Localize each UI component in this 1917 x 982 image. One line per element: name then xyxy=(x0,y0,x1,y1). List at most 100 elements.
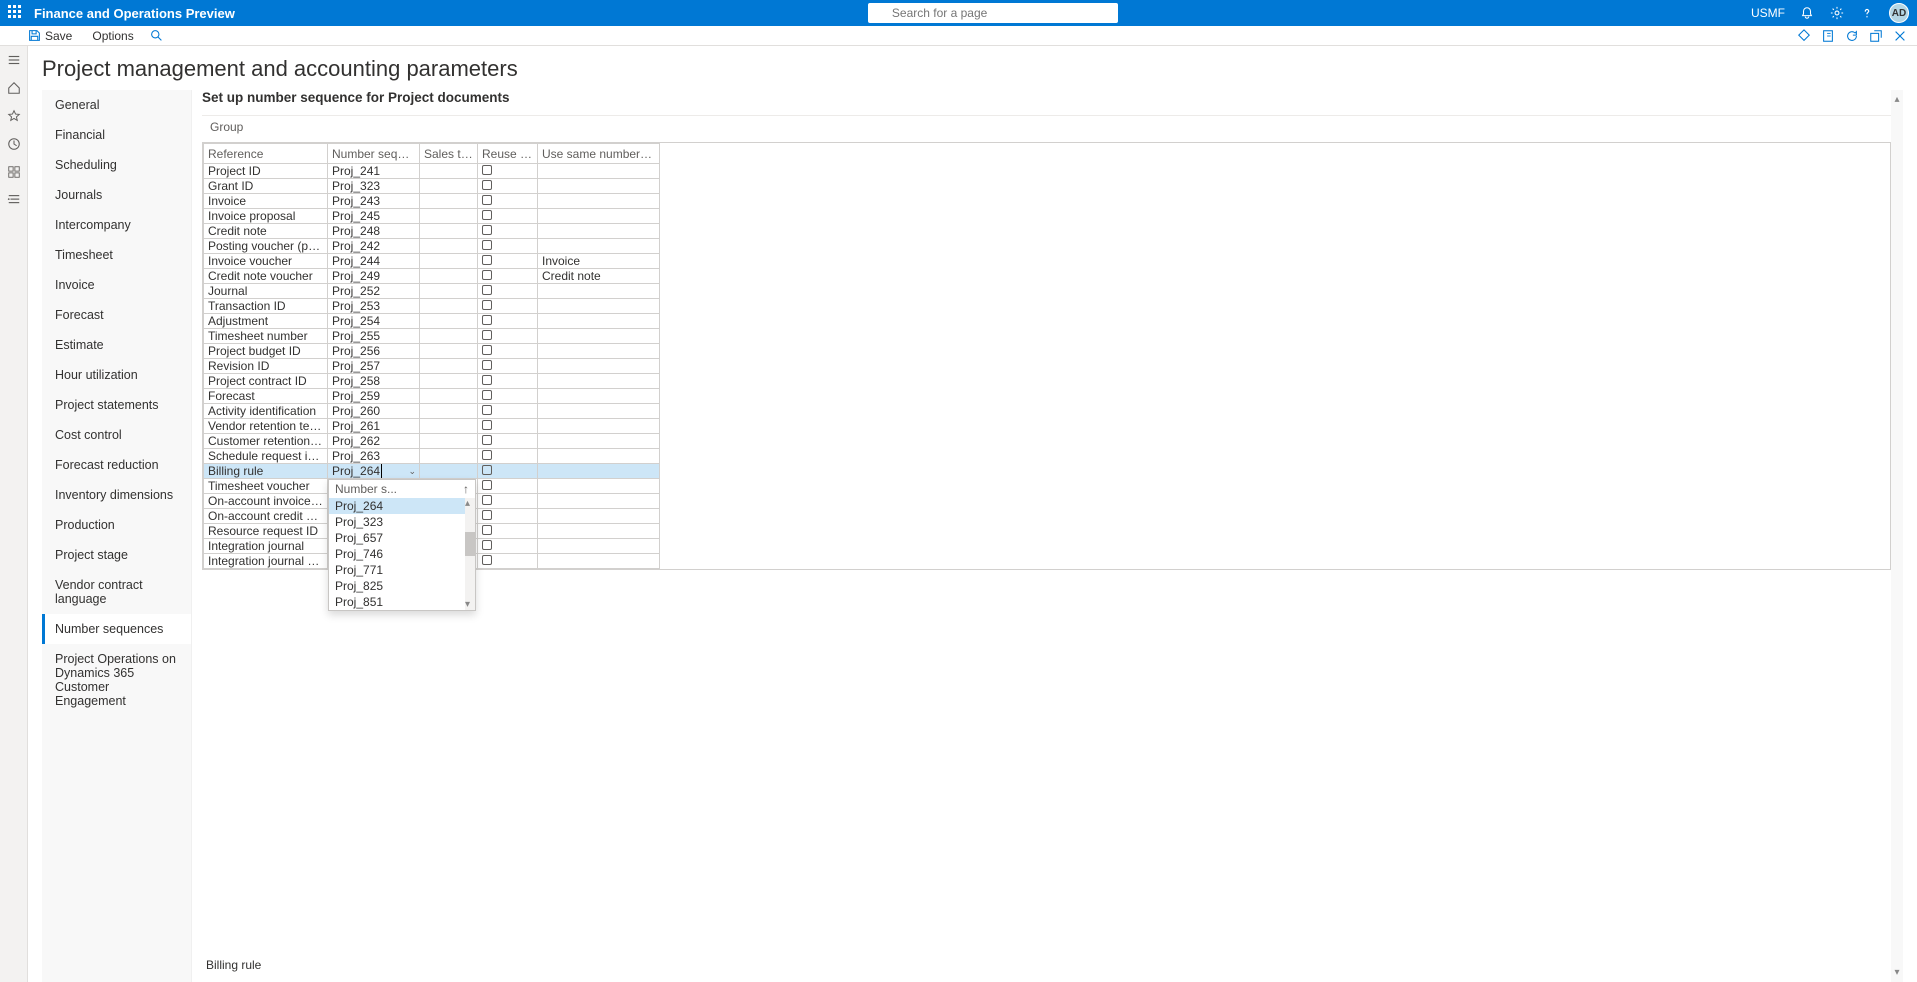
checkbox[interactable] xyxy=(482,495,492,505)
cell-reuse[interactable] xyxy=(478,434,538,449)
options-button[interactable]: Options xyxy=(82,29,143,43)
cell-same-as[interactable] xyxy=(538,509,660,524)
grid-row[interactable]: Customer retention termsProj_262 xyxy=(204,434,660,449)
checkbox[interactable] xyxy=(482,195,492,205)
grid-row[interactable]: Invoice proposalProj_245 xyxy=(204,209,660,224)
cell-reference[interactable]: On-account credit note vouc... xyxy=(204,509,328,524)
cell-reference[interactable]: Invoice proposal xyxy=(204,209,328,224)
cell-reference[interactable]: Posting voucher (periodic) xyxy=(204,239,328,254)
dropdown-scroll-thumb[interactable] xyxy=(465,532,475,556)
sidebar-item[interactable]: Forecast xyxy=(42,300,191,330)
modules-icon[interactable] xyxy=(6,192,22,208)
cell-reference[interactable]: Activity identification xyxy=(204,404,328,419)
sidebar-item[interactable]: Estimate xyxy=(42,330,191,360)
scroll-down-icon[interactable]: ▾ xyxy=(1894,967,1899,978)
close-icon[interactable] xyxy=(1893,29,1907,43)
cell-sales-tax[interactable] xyxy=(420,164,478,179)
checkbox[interactable] xyxy=(482,510,492,520)
cell-sales-tax[interactable] xyxy=(420,464,478,479)
detail-scrollbar[interactable]: ▴ ▾ xyxy=(1891,90,1903,982)
cell-sales-tax[interactable] xyxy=(420,359,478,374)
cell-reference[interactable]: Credit note xyxy=(204,224,328,239)
sidebar-item[interactable]: Cost control xyxy=(42,420,191,450)
checkbox[interactable] xyxy=(482,525,492,535)
cell-reuse[interactable] xyxy=(478,389,538,404)
grid-row[interactable]: Activity identificationProj_260 xyxy=(204,404,660,419)
sidebar-item[interactable]: Intercompany xyxy=(42,210,191,240)
cell-sales-tax[interactable] xyxy=(420,419,478,434)
cell-sales-tax[interactable] xyxy=(420,389,478,404)
cell-reuse[interactable] xyxy=(478,209,538,224)
cell-code[interactable]: Proj_252 xyxy=(328,284,420,299)
cell-same-as[interactable] xyxy=(538,389,660,404)
cell-code[interactable]: Proj_264⌄ xyxy=(328,464,420,479)
cell-reference[interactable]: Grant ID xyxy=(204,179,328,194)
cell-code[interactable]: Proj_260 xyxy=(328,404,420,419)
cell-code[interactable]: Proj_244 xyxy=(328,254,420,269)
cell-code[interactable]: Proj_258 xyxy=(328,374,420,389)
cell-reuse[interactable] xyxy=(478,359,538,374)
grid-row[interactable]: Project IDProj_241 xyxy=(204,164,660,179)
cell-same-as[interactable] xyxy=(538,374,660,389)
cell-sales-tax[interactable] xyxy=(420,269,478,284)
cell-code[interactable]: Proj_257 xyxy=(328,359,420,374)
cell-reuse[interactable] xyxy=(478,554,538,569)
grid-row[interactable]: Schedule request identificationProj_263 xyxy=(204,449,660,464)
dropdown-item[interactable]: Proj_771 xyxy=(329,562,475,578)
cell-reference[interactable]: Resource request ID xyxy=(204,524,328,539)
star-icon[interactable] xyxy=(6,108,22,124)
cell-sales-tax[interactable] xyxy=(420,404,478,419)
cell-code[interactable]: Proj_245 xyxy=(328,209,420,224)
sidebar-item[interactable]: Project stage xyxy=(42,540,191,570)
cell-reuse[interactable] xyxy=(478,329,538,344)
cell-same-as[interactable] xyxy=(538,344,660,359)
checkbox[interactable] xyxy=(482,420,492,430)
cell-reuse[interactable] xyxy=(478,194,538,209)
sidebar-item[interactable]: Number sequences xyxy=(42,614,191,644)
workspace-icon[interactable] xyxy=(6,164,22,180)
user-avatar[interactable]: AD xyxy=(1889,3,1909,23)
cell-reuse[interactable] xyxy=(478,479,538,494)
checkbox[interactable] xyxy=(482,255,492,265)
cell-reuse[interactable] xyxy=(478,179,538,194)
cell-reference[interactable]: On-account invoice voucher xyxy=(204,494,328,509)
grid-row[interactable]: InvoiceProj_243 xyxy=(204,194,660,209)
checkbox[interactable] xyxy=(482,555,492,565)
cell-same-as[interactable] xyxy=(538,539,660,554)
cell-reference[interactable]: Timesheet number xyxy=(204,329,328,344)
cell-same-as[interactable] xyxy=(538,194,660,209)
checkbox[interactable] xyxy=(482,300,492,310)
cell-same-as[interactable] xyxy=(538,224,660,239)
grid-row[interactable]: AdjustmentProj_254 xyxy=(204,314,660,329)
number-sequence-code-dropdown[interactable]: Number s...↑ Proj_264Proj_323Proj_657Pro… xyxy=(328,479,476,611)
checkbox[interactable] xyxy=(482,375,492,385)
cell-reference[interactable]: Revision ID xyxy=(204,359,328,374)
cell-reuse[interactable] xyxy=(478,464,538,479)
cell-code[interactable]: Proj_243 xyxy=(328,194,420,209)
cell-same-as[interactable] xyxy=(538,404,660,419)
sidebar-item[interactable]: Vendor contract language xyxy=(42,570,191,614)
cell-sales-tax[interactable] xyxy=(420,329,478,344)
cell-same-as[interactable] xyxy=(538,284,660,299)
cell-same-as[interactable] xyxy=(538,419,660,434)
cell-same-as[interactable] xyxy=(538,239,660,254)
cell-reuse[interactable] xyxy=(478,284,538,299)
cell-reuse[interactable] xyxy=(478,524,538,539)
sidebar-item[interactable]: Project statements xyxy=(42,390,191,420)
sidebar-item[interactable]: Journals xyxy=(42,180,191,210)
dropdown-item[interactable]: Proj_746 xyxy=(329,546,475,562)
clock-icon[interactable] xyxy=(6,136,22,152)
cell-code[interactable]: Proj_241 xyxy=(328,164,420,179)
cell-reference[interactable]: Timesheet voucher xyxy=(204,479,328,494)
home-icon[interactable] xyxy=(6,80,22,96)
checkbox[interactable] xyxy=(482,435,492,445)
cell-code[interactable]: Proj_248 xyxy=(328,224,420,239)
fasttab-group[interactable]: Group xyxy=(202,115,1891,138)
cell-same-as[interactable] xyxy=(538,299,660,314)
grid-row[interactable]: Credit note voucherProj_249Credit note xyxy=(204,269,660,284)
cell-reference[interactable]: Integration journal entries xyxy=(204,554,328,569)
grid-row[interactable]: Vendor retention termProj_261 xyxy=(204,419,660,434)
cell-code[interactable]: Proj_242 xyxy=(328,239,420,254)
checkbox[interactable] xyxy=(482,270,492,280)
grid-row[interactable]: Revision IDProj_257 xyxy=(204,359,660,374)
